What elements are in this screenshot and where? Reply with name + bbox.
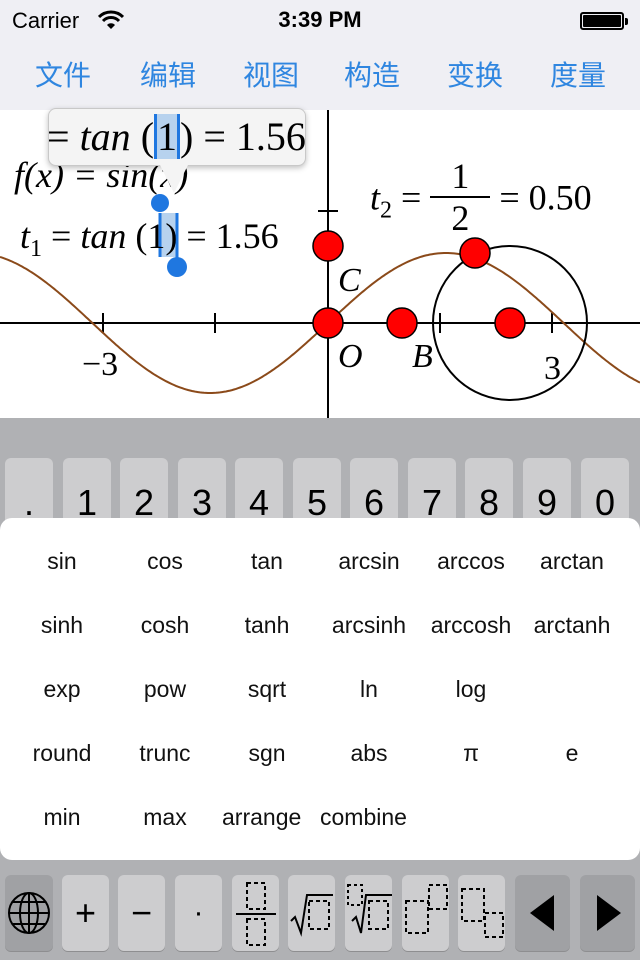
menu-transform[interactable]: 变换	[447, 54, 503, 94]
cursor-right-button[interactable]	[580, 875, 635, 951]
t1-paren-open: (	[135, 216, 148, 256]
func-exp[interactable]: exp	[10, 676, 114, 703]
magnifier-value: 1.56	[235, 114, 306, 159]
func-arccosh[interactable]: arccosh	[419, 612, 523, 639]
fraction-template-icon	[235, 882, 276, 946]
menu-file[interactable]: 文件	[35, 54, 91, 94]
menu-edit[interactable]: 编辑	[140, 54, 196, 94]
globe-icon	[8, 892, 50, 934]
menu-bar: 文件 编辑 视图 构造 变换 度量	[0, 40, 640, 110]
selection-handle-start[interactable]	[151, 194, 169, 212]
t1-func: tan	[80, 216, 127, 256]
clock: 3:39 PM	[278, 7, 362, 32]
key-plus[interactable]: +	[62, 875, 109, 951]
func-max[interactable]: max	[113, 804, 217, 831]
func-arrange[interactable]: arrange	[215, 804, 325, 831]
func-arcsin[interactable]: arcsin	[317, 548, 421, 575]
func-sgn[interactable]: sgn	[215, 740, 319, 767]
cursor-right-icon	[596, 895, 621, 931]
func-cos[interactable]: cos	[113, 548, 217, 575]
func-tanh[interactable]: tanh	[215, 612, 319, 639]
menu-measure[interactable]: 度量	[550, 54, 606, 94]
text-magnifier-popup: = tan (1) = 1.56	[48, 108, 306, 166]
magnifier-func: tan	[79, 114, 131, 159]
magnifier-arrow	[160, 165, 188, 193]
func-sin[interactable]: sin	[10, 548, 114, 575]
func-abs[interactable]: abs	[317, 740, 421, 767]
func-round[interactable]: round	[10, 740, 114, 767]
sqrt-template-icon	[289, 894, 333, 937]
t1-equals-2: =	[186, 216, 207, 256]
func-arctan[interactable]: arctan	[520, 548, 624, 575]
func-arccos[interactable]: arccos	[419, 548, 523, 575]
t1-value: 1.56	[215, 216, 279, 256]
t1-paren-close: )	[165, 216, 178, 256]
func-tan[interactable]: tan	[215, 548, 319, 575]
circle-center-point[interactable]	[494, 307, 526, 339]
t1-arg[interactable]: 1	[147, 216, 165, 256]
key-dot-multiply[interactable]: ·	[175, 875, 222, 951]
func-arcsinh[interactable]: arcsinh	[317, 612, 421, 639]
func-sqrt[interactable]: sqrt	[215, 676, 319, 703]
measurement-t1[interactable]: t1 = tan (1) = 1.56	[20, 215, 279, 263]
t2-equals: =	[401, 177, 422, 218]
nth-root-template-icon	[346, 884, 392, 934]
cursor-left-icon	[529, 895, 554, 931]
subscript-button[interactable]	[458, 875, 505, 951]
t1-sub: 1	[30, 236, 43, 263]
magnifier-arg: 1	[154, 114, 181, 159]
t2-denominator: 2	[451, 198, 470, 238]
label-B: B	[412, 338, 433, 375]
function-panel: sin cos tan arcsin arccos arctan sinh co…	[0, 518, 640, 860]
point-B[interactable]	[386, 307, 418, 339]
point-C[interactable]	[312, 230, 344, 262]
func-ln[interactable]: ln	[317, 676, 421, 703]
func-trunc[interactable]: trunc	[113, 740, 217, 767]
fraction-button[interactable]	[232, 875, 279, 951]
key-minus[interactable]: −	[118, 875, 165, 951]
label-C: C	[338, 262, 361, 299]
func-combine[interactable]: combine	[317, 804, 427, 831]
status-bar: Carrier 3:39 PM	[0, 0, 640, 40]
menu-view[interactable]: 视图	[243, 54, 299, 94]
math-keypad: . 1 2 3 4 5 6 7 8 9 0 sin cos tan arcsin…	[0, 418, 640, 960]
point-O[interactable]	[312, 307, 344, 339]
globe-button[interactable]	[5, 875, 53, 951]
func-log[interactable]: log	[419, 676, 523, 703]
t2-sub: 2	[380, 197, 393, 224]
menu-construct[interactable]: 构造	[344, 54, 400, 94]
x-tick-label-neg3: −3	[82, 346, 119, 383]
sqrt-button[interactable]	[288, 875, 335, 951]
measurement-t2[interactable]: t2 = 1 2 = 0.50	[370, 156, 592, 242]
t2-name: t	[370, 177, 381, 218]
label-O: O	[338, 338, 363, 375]
func-pow[interactable]: pow	[113, 676, 217, 703]
superscript-template-icon	[404, 884, 448, 934]
func-e[interactable]: e	[520, 740, 624, 767]
func-arctanh[interactable]: arctanh	[520, 612, 624, 639]
func-cosh[interactable]: cosh	[113, 612, 217, 639]
x-tick-label-3: 3	[544, 350, 561, 387]
battery-icon	[580, 12, 628, 30]
magnifier-content: = tan (1) = 1.56	[48, 114, 306, 159]
func-pi[interactable]: π	[419, 740, 523, 767]
t1-equals: =	[51, 216, 72, 256]
subscript-template-icon	[460, 888, 504, 938]
t1-name: t	[20, 216, 31, 256]
t2-equals-2: =	[499, 177, 520, 218]
func-sinh[interactable]: sinh	[10, 612, 114, 639]
cursor-left-button[interactable]	[515, 875, 570, 951]
func-min[interactable]: min	[10, 804, 114, 831]
t2-numerator: 1	[430, 156, 491, 198]
t2-fraction: 1 2	[430, 156, 491, 238]
superscript-button[interactable]	[402, 875, 449, 951]
point-on-curve[interactable]	[459, 237, 491, 269]
nth-root-button[interactable]	[345, 875, 392, 951]
t2-value: 0.50	[528, 177, 592, 218]
